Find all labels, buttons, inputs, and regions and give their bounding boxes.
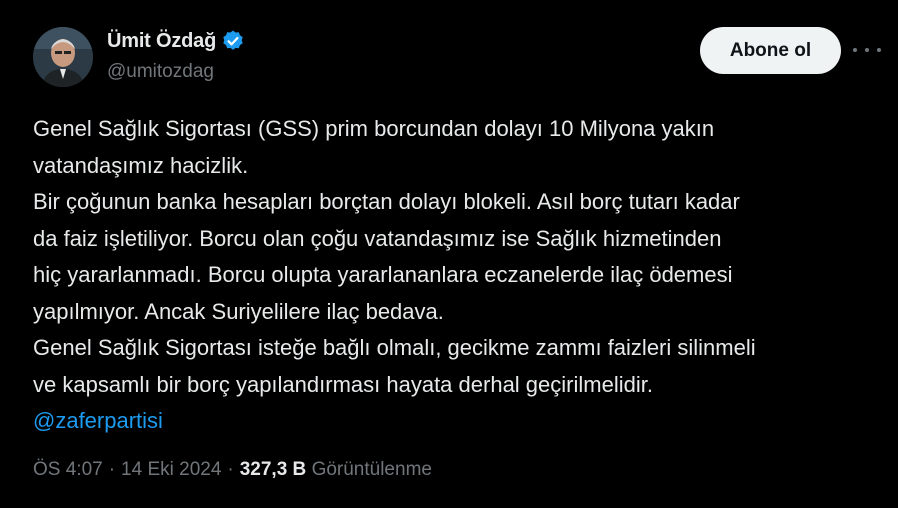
more-horizontal-icon[interactable] bbox=[853, 38, 881, 62]
views-count: 327,3 B bbox=[239, 459, 307, 480]
meta-separator: · bbox=[108, 459, 116, 480]
verified-badge-icon bbox=[221, 29, 245, 53]
tweet-card: Ümit Özdağ @umitozdag Abone ol Genel Sağ… bbox=[0, 0, 898, 508]
tweet-time[interactable]: ÖS 4:07 bbox=[33, 459, 103, 480]
tweet-text-line: vatandaşımız hacizlik. bbox=[33, 152, 249, 178]
more-dot bbox=[865, 48, 869, 52]
author-display-name[interactable]: Ümit Özdağ bbox=[107, 30, 216, 53]
tweet-text-line: da faiz işletiliyor. Borcu olan çoğu vat… bbox=[33, 225, 722, 251]
tweet-text-line: ve kapsamlı bir borç yapılandırması haya… bbox=[33, 371, 653, 397]
tweet-text-line: hiç yararlanmadı. Borcu olupta yararlana… bbox=[33, 262, 733, 287]
more-dot bbox=[853, 48, 857, 52]
author-handle[interactable]: @umitozdag bbox=[107, 61, 214, 83]
tweet-text-line: yapılmıyor. Ancak Suriyelilere ilaç beda… bbox=[33, 298, 444, 324]
profile-photo-icon bbox=[33, 27, 93, 87]
tweet-text-line: Bir çoğunun banka hesapları borçtan dola… bbox=[33, 189, 740, 214]
views-label: Görüntülenme bbox=[311, 459, 432, 480]
mention-link[interactable]: @zaferpartisi bbox=[33, 403, 863, 440]
author-name-row: Ümit Özdağ bbox=[107, 29, 245, 53]
meta-separator: · bbox=[227, 459, 234, 480]
tweet-text-line: Genel Sağlık Sigortası isteğe bağlı olma… bbox=[33, 335, 756, 360]
tweet-meta: ÖS 4:07 · 14 Eki 2024 · 327,3 B Görüntülenme bbox=[33, 459, 432, 481]
follow-button[interactable]: Abone ol bbox=[700, 27, 841, 74]
tweet-text: Genel Sağlık Sigortası (GSS) prim borcun… bbox=[33, 111, 863, 440]
more-dot bbox=[877, 48, 881, 52]
tweet-date[interactable]: 14 Eki 2024 bbox=[121, 459, 221, 480]
tweet-text-line: Genel Sağlık Sigortası (GSS) prim borcun… bbox=[33, 116, 715, 141]
avatar[interactable] bbox=[33, 27, 93, 87]
